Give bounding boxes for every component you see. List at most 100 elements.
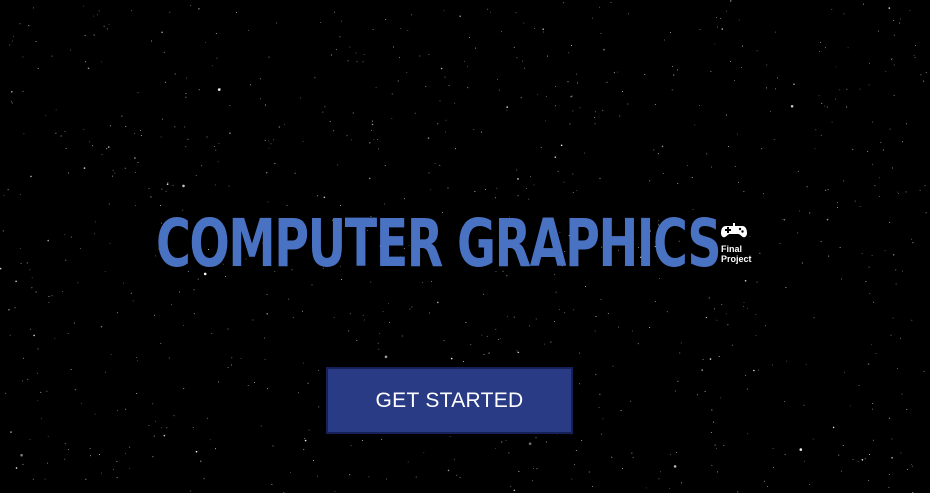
star: [68, 172, 69, 174]
star: [372, 120, 373, 122]
star: [594, 111, 596, 113]
star: [185, 96, 187, 98]
star: [260, 425, 262, 427]
star: [248, 29, 249, 31]
star: [516, 350, 518, 352]
star: [23, 133, 25, 135]
star: [7, 189, 9, 191]
star: [109, 243, 111, 245]
star: [835, 66, 837, 68]
star: [292, 316, 294, 318]
star: [98, 10, 100, 12]
star: [449, 436, 451, 437]
star: [777, 77, 779, 79]
star: [154, 314, 156, 316]
star: [423, 452, 425, 454]
star: [19, 194, 21, 196]
star: [29, 25, 31, 27]
star: [206, 417, 208, 419]
star: [872, 402, 874, 404]
star: [352, 112, 354, 114]
star: [510, 485, 512, 487]
star: [896, 368, 898, 369]
star: [513, 489, 516, 492]
star: [495, 328, 497, 330]
star: [278, 126, 281, 128]
star: [661, 145, 664, 148]
star: [393, 46, 394, 48]
star: [912, 242, 914, 244]
star: [323, 196, 326, 199]
star: [842, 444, 844, 446]
star: [439, 164, 441, 166]
star: [630, 400, 632, 402]
star: [0, 267, 2, 270]
star: [765, 325, 767, 327]
star: [569, 123, 571, 125]
star: [516, 57, 518, 59]
star: [162, 118, 164, 120]
star: [319, 22, 321, 23]
star: [112, 169, 114, 171]
star: [743, 301, 745, 303]
star: [610, 1, 612, 3]
star: [161, 31, 163, 34]
star: [103, 25, 105, 27]
star: [79, 248, 81, 249]
star: [577, 82, 578, 84]
star: [818, 95, 820, 97]
star: [867, 151, 869, 152]
star: [324, 106, 326, 108]
star: [121, 115, 123, 117]
star: [825, 189, 827, 191]
star: [95, 221, 97, 223]
star: [649, 180, 651, 182]
star: [859, 88, 861, 90]
star: [386, 478, 387, 480]
star: [334, 11, 336, 13]
star: [501, 31, 502, 33]
star: [302, 141, 304, 143]
star: [591, 486, 593, 487]
star: [334, 490, 336, 492]
star: [10, 431, 12, 433]
get-started-button[interactable]: GET STARTED: [326, 367, 573, 434]
star: [594, 123, 596, 125]
star: [729, 0, 732, 2]
star: [600, 433, 602, 435]
star: [895, 269, 897, 271]
star: [140, 135, 142, 137]
star: [664, 39, 665, 41]
star: [26, 262, 28, 264]
star: [485, 189, 486, 191]
star: [81, 402, 82, 404]
star: [136, 393, 138, 395]
star: [113, 468, 114, 470]
star: [857, 460, 859, 462]
star: [659, 471, 661, 473]
star: [65, 148, 67, 149]
star: [888, 7, 891, 9]
star: [377, 342, 379, 344]
star: [867, 363, 870, 365]
star: [727, 324, 729, 326]
star: [743, 306, 745, 308]
star: [355, 52, 357, 54]
star: [27, 378, 29, 380]
star: [453, 458, 455, 460]
star: [22, 56, 24, 58]
star: [473, 129, 475, 131]
star: [443, 10, 445, 12]
star: [755, 334, 757, 336]
star: [606, 81, 608, 83]
star: [193, 313, 195, 315]
star: [755, 313, 757, 315]
star: [51, 295, 53, 297]
star: [773, 467, 774, 468]
star: [846, 106, 848, 108]
star: [812, 438, 814, 440]
star: [475, 47, 477, 49]
star: [728, 146, 730, 147]
star: [22, 463, 24, 465]
star: [869, 62, 870, 64]
